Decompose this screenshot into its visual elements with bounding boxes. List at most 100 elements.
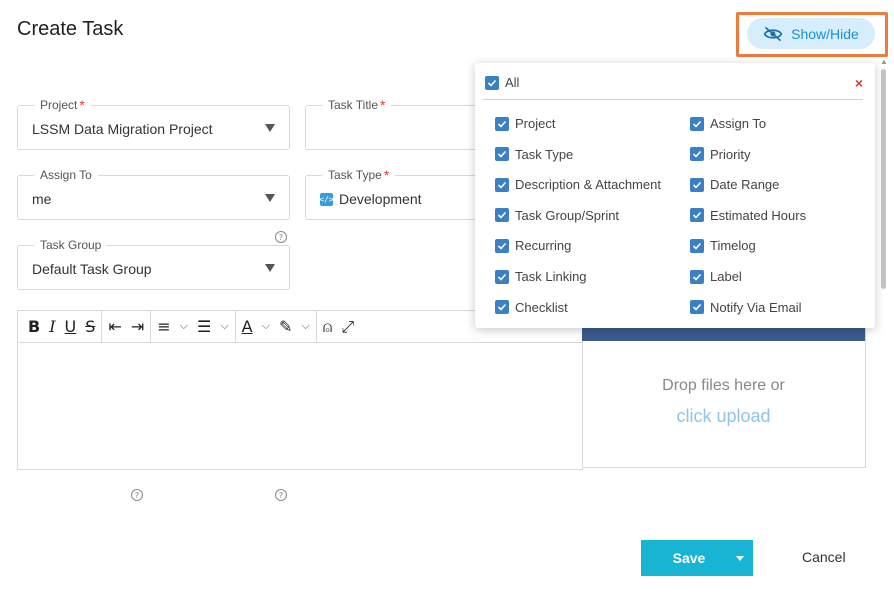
required-mark: * <box>380 97 386 113</box>
checkbox-checked-icon[interactable] <box>690 147 704 162</box>
all-checkbox-row[interactable]: All <box>485 75 519 90</box>
option-label: Recurring <box>515 238 572 254</box>
option-label: Timelog <box>710 238 756 254</box>
show-hide-label: Show/Hide <box>791 25 859 42</box>
option-priority[interactable]: Priority <box>690 147 750 162</box>
assign-to-value: me <box>32 191 52 207</box>
project-select[interactable]: Project * LSSM Data Migration Project <box>17 98 290 150</box>
checkbox-checked-icon[interactable] <box>495 116 509 131</box>
checkbox-checked-icon[interactable] <box>690 238 704 253</box>
help-icon[interactable]: ? <box>275 489 287 501</box>
checkbox-checked-icon[interactable] <box>690 208 704 223</box>
option-task-linking[interactable]: Task Linking <box>495 269 587 284</box>
outdent-icon[interactable]: ⇤ <box>108 317 121 336</box>
stamp-icon[interactable]: ⍝ <box>323 317 333 337</box>
task-group-value: Default Task Group <box>32 261 152 277</box>
scrollbar-thumb[interactable] <box>881 69 886 289</box>
option-task-type[interactable]: Task Type <box>495 147 573 162</box>
divider <box>483 99 671 100</box>
option-label[interactable]: Label <box>690 269 742 284</box>
checkbox-checked-icon[interactable] <box>690 116 704 131</box>
highlight-icon[interactable]: ✎ <box>279 317 292 336</box>
bold-icon[interactable]: B <box>28 317 40 336</box>
assign-to-select[interactable]: Assign To me <box>17 168 290 220</box>
ordered-list-icon[interactable]: ≡ <box>157 317 170 336</box>
option-recurring[interactable]: Recurring <box>495 238 571 253</box>
task-type-select[interactable]: Task Type * </> Development <box>305 168 485 220</box>
checkbox-checked-icon[interactable] <box>495 300 509 315</box>
checkbox-checked-icon[interactable] <box>495 269 509 284</box>
scrollbar[interactable]: ▲ <box>880 57 888 500</box>
help-icon[interactable]: ? <box>131 489 143 501</box>
save-label[interactable]: Save <box>641 540 727 576</box>
font-color-icon[interactable]: A <box>242 317 253 336</box>
all-label: All <box>505 75 520 90</box>
cancel-button[interactable]: Cancel <box>802 549 846 565</box>
option-task-group-sprint[interactable]: Task Group/Sprint <box>495 208 619 223</box>
option-timelog[interactable]: Timelog <box>690 238 756 253</box>
code-icon: </> <box>319 192 334 206</box>
show-hide-button[interactable]: Show/Hide <box>747 18 875 49</box>
assign-to-label: Assign To <box>34 168 98 182</box>
click-upload-link[interactable]: click upload <box>582 406 865 427</box>
file-upload-area[interactable]: Drop files here or click upload <box>582 310 866 468</box>
option-notify-via-email[interactable]: Notify Via Email <box>690 300 802 315</box>
task-group-label: Task Group <box>34 238 108 252</box>
checkbox-checked-icon[interactable] <box>690 300 704 315</box>
task-group-select[interactable]: Task Group Default Task Group <box>17 238 290 290</box>
divider <box>671 99 863 100</box>
chevron-down-icon[interactable]: ⌵ <box>262 320 270 333</box>
task-title-label: Task Title <box>328 98 379 112</box>
strikethrough-icon[interactable]: S <box>85 317 95 336</box>
option-label: Description & Attachment <box>515 177 661 193</box>
caret-down-icon <box>265 124 275 132</box>
option-label: Task Linking <box>515 269 587 284</box>
scroll-up-icon[interactable]: ▲ <box>880 57 888 66</box>
option-date-range[interactable]: Date Range <box>690 177 779 192</box>
bullet-list-icon[interactable]: ☰ <box>197 317 211 336</box>
chevron-down-icon[interactable]: ⌵ <box>220 320 228 333</box>
option-estimated-hours[interactable]: Estimated Hours <box>690 208 806 223</box>
checkbox-checked-icon[interactable] <box>495 238 509 253</box>
italic-icon[interactable]: I <box>49 317 55 336</box>
save-dropdown-button[interactable] <box>727 540 753 576</box>
indent-icon[interactable]: ⇥ <box>131 317 144 336</box>
close-icon[interactable]: × <box>855 75 863 91</box>
help-icon[interactable]: ? <box>275 231 287 243</box>
checkbox-checked-icon[interactable] <box>495 147 509 162</box>
caret-down-icon <box>736 555 744 561</box>
checkbox-checked-icon[interactable] <box>495 177 509 192</box>
chevron-down-icon[interactable]: ⌵ <box>301 320 309 333</box>
drop-files-text: Drop files here or <box>662 377 785 394</box>
option-label: Date Range <box>710 177 780 193</box>
option-label: Estimated Hours <box>710 207 807 223</box>
checkbox-checked-icon[interactable] <box>495 208 509 223</box>
option-project[interactable]: Project <box>495 116 555 131</box>
option-description-attachment[interactable]: Description & Attachment <box>495 177 661 192</box>
checkbox-checked-icon[interactable] <box>485 75 499 90</box>
option-label: Notify Via Email <box>710 299 802 315</box>
option-assign-to[interactable]: Assign To <box>690 116 766 131</box>
task-type-label: Task Type <box>328 168 382 182</box>
task-title-field[interactable]: Task Title * <box>305 98 485 150</box>
project-label: Project <box>40 98 78 112</box>
chevron-down-icon[interactable]: ⌵ <box>180 320 188 333</box>
option-label: Priority <box>710 146 751 162</box>
option-checklist[interactable]: Checklist <box>495 300 568 315</box>
option-label: Assign To <box>710 116 767 131</box>
page-title: Create Task <box>17 18 124 40</box>
caret-down-icon <box>265 194 275 202</box>
project-value: LSSM Data Migration Project <box>32 121 213 137</box>
option-label: Project <box>515 116 556 131</box>
eye-off-icon <box>763 26 783 41</box>
required-mark: * <box>79 97 85 113</box>
required-mark: * <box>383 167 390 183</box>
task-type-value: Development <box>339 191 422 207</box>
underline-icon[interactable]: U <box>65 317 77 336</box>
save-button[interactable]: Save <box>641 540 753 576</box>
fullscreen-icon[interactable]: ⤢ <box>341 317 354 337</box>
description-editor[interactable]: B I U S ⇤ ⇥ ≡ ⌵ ☰ ⌵ A ⌵ ✎ ⌵ ⍝ ⤢ <box>17 310 583 470</box>
caret-down-icon <box>265 264 275 272</box>
checkbox-checked-icon[interactable] <box>690 177 704 192</box>
checkbox-checked-icon[interactable] <box>690 269 704 284</box>
